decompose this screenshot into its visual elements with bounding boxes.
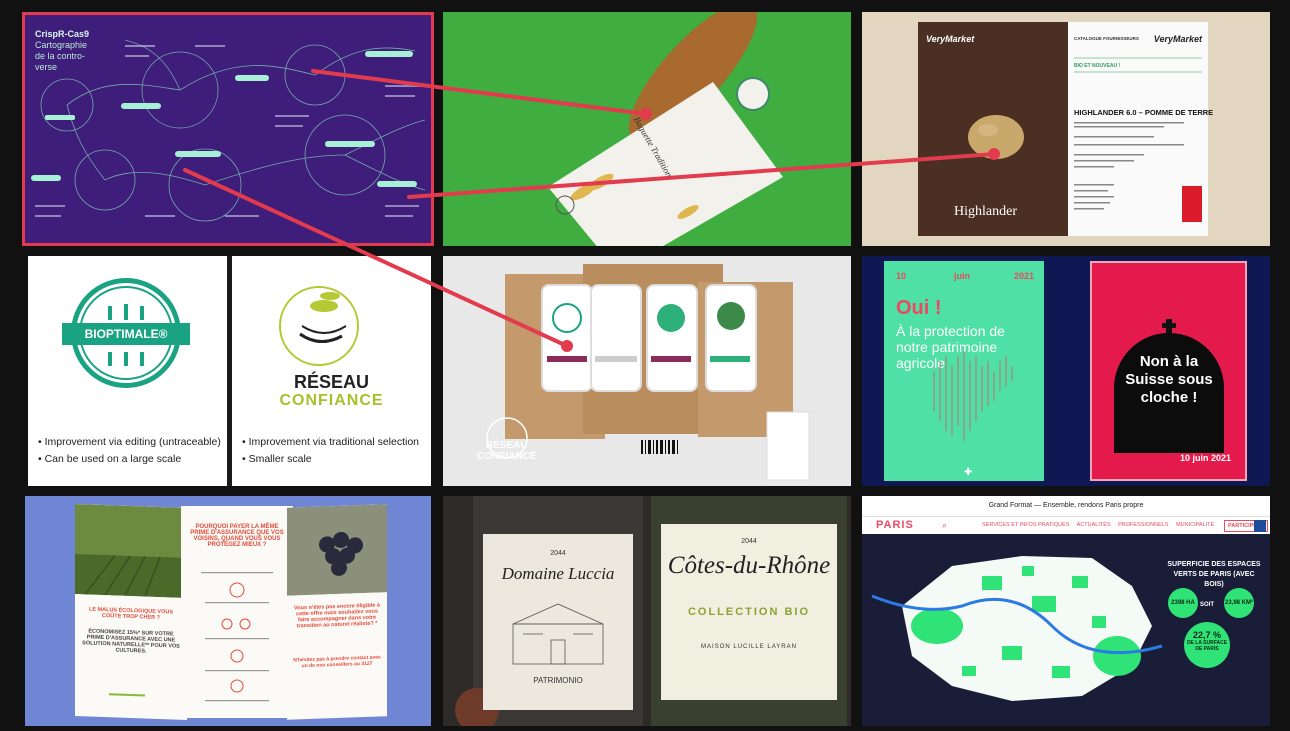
catalog-tile[interactable]: VeryMarket Highlander CATALOGUE FOURNISS… — [862, 12, 1270, 246]
cotes-du-rhone-label: 2044 Côtes-du-Rhône COLLECTION BIO MAISO… — [661, 524, 837, 700]
cloche-text: Non à la Suisse sous cloche ! — [1125, 353, 1213, 406]
mindmap-graph — [31, 39, 426, 222]
green-poster: 10 juin 2021 Oui ! À la protection de no… — [884, 261, 1044, 481]
catalog-page: CATALOGUE FOURNISSEURS VeryMarket BIO ET… — [1068, 22, 1213, 236]
reseau-confiance-subtitle: CONFIANCE — [279, 392, 384, 409]
domaine-luccia-label: 2044 Domaine Luccia PATRIMONIO — [483, 534, 633, 710]
stat-soit: SOIT — [1200, 602, 1215, 608]
hands-seeds-icon — [299, 292, 347, 343]
chateau-drawing — [512, 603, 604, 665]
brochure-right-panel: Vous n'êtes pas encore éligible à cette … — [287, 504, 387, 720]
vineyard-photo — [75, 504, 187, 598]
swiss-map-lines: ✚ — [933, 351, 1013, 478]
grapes-photo — [287, 504, 387, 596]
bullet-item: Improvement via traditional selection — [242, 434, 419, 451]
packaging-tile[interactable]: RÉSEAU CONFIANCE — [443, 256, 851, 486]
svg-text:✚: ✚ — [964, 467, 972, 478]
logos-comparison-tile[interactable]: BIOPTIMALE® Improvement via editing (unt… — [28, 256, 431, 486]
paris-map-tile[interactable]: Grand Format — Ensemble, rendons Paris p… — [862, 496, 1270, 726]
green-spaces-title: SUPERFICIE DES ESPACES VERTS DE PARIS (A… — [1167, 561, 1261, 588]
label-b-year: 2044 — [741, 538, 757, 545]
label-b-maison: MAISON LUCILLE LAYRAN — [701, 644, 797, 650]
brochure-middle-panel: POURQUOI PAYER LA MÊME PRIME D'ASSURANCE… — [181, 506, 293, 718]
bioptimale-card: BIOPTIMALE® Improvement via editing (unt… — [28, 256, 227, 486]
bullet-item: Improvement via editing (untraceable) — [38, 434, 221, 451]
brochure-left-panel: LE MALUS ÉCOLOGIQUE VOUS COÛTE TROP CHER… — [75, 504, 187, 720]
posters-tile[interactable]: 10 juin 2021 Oui ! À la protection de no… — [862, 256, 1270, 486]
paris-green-spaces-map — [871, 556, 1163, 701]
label-b-collection: COLLECTION BIO — [687, 606, 811, 618]
stat-km2: 23,98 KM² — [1224, 588, 1254, 618]
reseau-confiance-bullets: Improvement via traditional selection Sm… — [242, 434, 419, 468]
catalog-red-tab — [1182, 186, 1202, 222]
brochure-icons — [201, 572, 273, 702]
bioptimale-label: BIOPTIMALE® — [62, 323, 190, 345]
bioptimale-bullets: Improvement via editing (untraceable) Ca… — [38, 434, 221, 468]
mindmap-tile[interactable]: CrispR-Cas9 Cartographie de la contro- v… — [22, 12, 434, 246]
brochure-left-sub: ÉCONOMISEZ 15%* SUR VOTRE PRIME D'ASSURA… — [82, 628, 180, 655]
stat-percent: 22,7 % DE LA SURFACE DE PARIS — [1184, 622, 1230, 668]
reseau-confiance-mark: RÉSEAU CONFIANCE — [477, 440, 537, 462]
brochure-brand-mark — [109, 685, 145, 697]
brochure-contact: N'hésitez pas à prendre contact avec un … — [293, 654, 381, 670]
reseau-confiance-card: RÉSEAU CONFIANCE Improvement via traditi… — [232, 256, 431, 486]
catalog-brand: Highlander — [954, 204, 1017, 219]
brochure-right-heading: Vous n'êtes pas encore éligible à cette … — [294, 602, 380, 630]
label-a-appellation: PATRIMONIO — [533, 676, 583, 685]
reseau-confiance-title: RÉSEAU — [293, 372, 369, 392]
brochure-tile[interactable]: LE MALUS ÉCOLOGIQUE VOUS COÛTE TROP CHER… — [25, 496, 431, 726]
catalog-cover: VeryMarket Highlander — [918, 22, 1068, 236]
red-poster-date: 10 juin 2021 — [1179, 453, 1231, 463]
bullet-item: Can be used on a large scale — [38, 451, 221, 468]
label-a-year: 2044 — [550, 550, 566, 557]
baguette-tile[interactable]: Baguette Tradition — [443, 12, 851, 246]
bullet-item: Smaller scale — [242, 451, 419, 468]
label-b-name: Côtes-du-Rhône — [667, 552, 831, 579]
stat-hectares: 2398 HA — [1168, 588, 1198, 618]
brochure-left-heading: LE MALUS ÉCOLOGIQUE VOUS COÛTE TROP CHER… — [88, 606, 174, 622]
wine-labels-tile[interactable]: 2044 Domaine Luccia PATRIMONIO 2044 Côte… — [443, 496, 851, 726]
label-a-name: Domaine Luccia — [501, 564, 615, 583]
red-poster: Non à la Suisse sous cloche ! 10 juin 20… — [1090, 261, 1247, 481]
